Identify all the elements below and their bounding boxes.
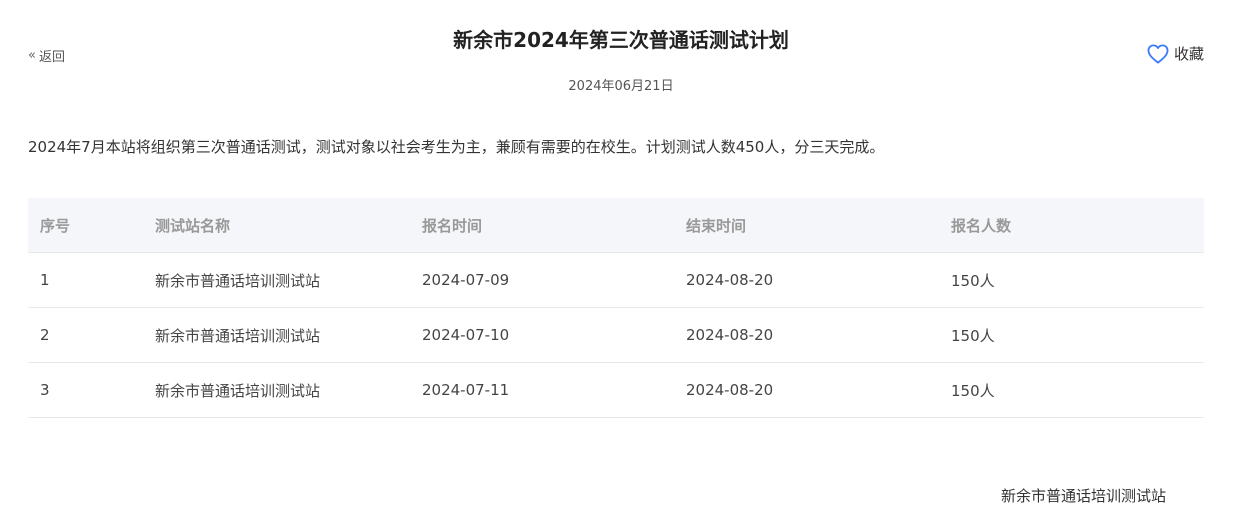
- cell-end-time: 2024-08-20: [674, 362, 939, 418]
- table-header-row: 序号 测试站名称 报名时间 结束时间 报名人数: [28, 198, 1204, 253]
- cell-signup-time: 2024-07-10: [410, 307, 674, 363]
- heart-outline-icon: [1147, 43, 1169, 64]
- source-signature: 新余市普通话培训测试站: [1000, 487, 1166, 505]
- column-header-index: 序号: [28, 198, 143, 253]
- intro-paragraph: 2024年7月本站将组织第三次普通话测试，测试对象以社会考生为主，兼顾有需要的在…: [28, 138, 885, 156]
- cell-index: 1: [28, 252, 143, 308]
- column-header-end-time: 结束时间: [674, 198, 939, 253]
- cell-station: 新余市普通话培训测试站: [143, 307, 410, 363]
- table-row: 2 新余市普通话培训测试站 2024-07-10 2024-08-20 150人: [28, 307, 1204, 363]
- table-row: 1 新余市普通话培训测试站 2024-07-09 2024-08-20 150人: [28, 252, 1204, 308]
- cell-end-time: 2024-08-20: [674, 307, 939, 363]
- column-header-station: 测试站名称: [143, 198, 410, 253]
- table-row: 3 新余市普通话培训测试站 2024-07-11 2024-08-20 150人: [28, 362, 1204, 418]
- cell-index: 3: [28, 362, 143, 418]
- schedule-table: 序号 测试站名称 报名时间 结束时间 报名人数 1 新余市普通话培训测试站 20…: [28, 198, 1204, 418]
- cell-station: 新余市普通话培训测试站: [143, 362, 410, 418]
- favorite-button[interactable]: 收藏: [1147, 43, 1204, 64]
- cell-end-time: 2024-08-20: [674, 252, 939, 308]
- publish-date: 2024年06月21日: [568, 79, 674, 94]
- cell-signup-time: 2024-07-09: [410, 252, 674, 308]
- column-header-signup-time: 报名时间: [410, 198, 674, 253]
- page-title: 新余市2024年第三次普通话测试计划: [453, 28, 789, 52]
- cell-station: 新余市普通话培训测试站: [143, 252, 410, 308]
- column-header-headcount: 报名人数: [939, 198, 1204, 253]
- cell-signup-time: 2024-07-11: [410, 362, 674, 418]
- cell-index: 2: [28, 307, 143, 363]
- favorite-label: 收藏: [1173, 45, 1204, 63]
- cell-headcount: 150人: [939, 307, 1204, 363]
- cell-headcount: 150人: [939, 362, 1204, 418]
- cell-headcount: 150人: [939, 252, 1204, 308]
